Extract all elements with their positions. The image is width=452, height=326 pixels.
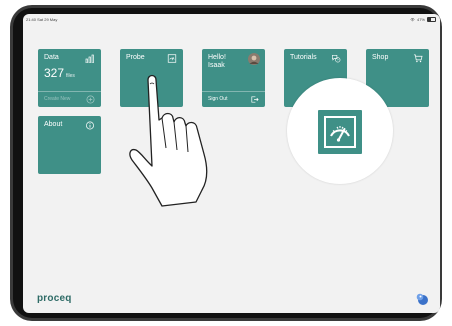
probe-tile-title: Probe bbox=[126, 54, 145, 61]
avatar bbox=[248, 53, 260, 65]
sign-out-icon[interactable] bbox=[250, 95, 259, 104]
battery-icon bbox=[427, 17, 436, 22]
status-right: 47% bbox=[410, 17, 436, 22]
file-count: 327 files bbox=[44, 66, 75, 80]
data-tile-footer[interactable]: Create New bbox=[38, 91, 101, 107]
shop-tile-title: Shop bbox=[372, 54, 389, 61]
about-tile-title: About bbox=[44, 121, 63, 128]
help-chat-icon bbox=[332, 55, 341, 63]
create-new-label: Create New bbox=[44, 96, 71, 102]
wifi-icon bbox=[410, 17, 415, 21]
tutorials-tile-title: Tutorials bbox=[290, 54, 317, 61]
battery-percent: 47% bbox=[416, 17, 425, 22]
probe-icon-enlarged bbox=[318, 110, 362, 154]
gauge-icon bbox=[167, 54, 177, 63]
data-tile-title: Data bbox=[44, 54, 59, 61]
add-circle-icon[interactable] bbox=[86, 95, 95, 104]
gauge-icon bbox=[324, 116, 356, 148]
proceq-logo: proceq bbox=[37, 293, 72, 304]
bar-chart-icon bbox=[85, 54, 94, 63]
magnifier-callout bbox=[287, 78, 393, 184]
status-time-date: 21:40 Sat 29 May bbox=[26, 17, 58, 22]
status-bar: 21:40 Sat 29 May 47% bbox=[23, 14, 440, 24]
file-count-value: 327 bbox=[44, 66, 65, 80]
info-icon bbox=[86, 121, 94, 130]
data-tile[interactable]: Data 327 files Create New bbox=[38, 49, 101, 107]
profile-greeting-line1: Hello! bbox=[208, 54, 226, 61]
pointing-hand-icon bbox=[129, 74, 208, 207]
shopping-cart-icon bbox=[413, 54, 423, 63]
chat-support-icon[interactable] bbox=[415, 292, 429, 306]
about-tile[interactable]: About bbox=[38, 116, 101, 174]
file-count-unit: files bbox=[66, 73, 75, 79]
